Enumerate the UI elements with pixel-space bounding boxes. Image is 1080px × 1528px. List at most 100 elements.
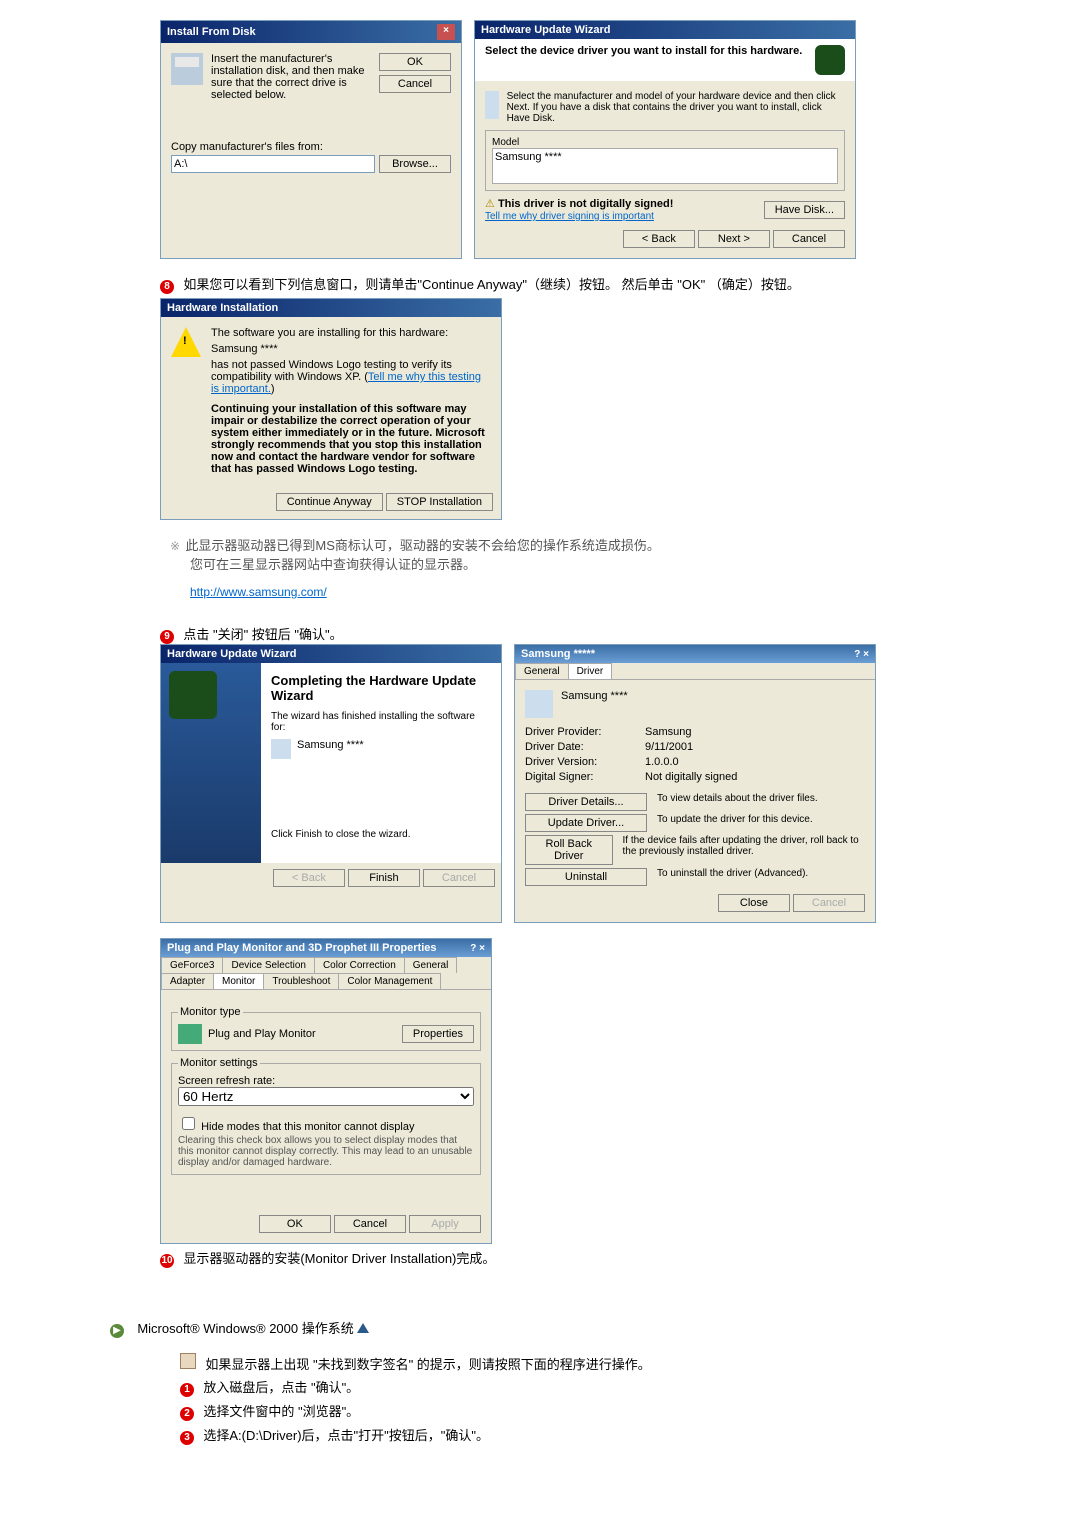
- provider-value: Samsung: [645, 726, 691, 738]
- model-label: Model: [492, 137, 838, 148]
- cancel-button: Cancel: [423, 869, 495, 887]
- tab-device-selection[interactable]: Device Selection: [222, 957, 314, 973]
- monitor-type-label: Monitor type: [178, 1006, 243, 1018]
- tab-general[interactable]: General: [515, 663, 569, 679]
- model-list[interactable]: Samsung ****: [492, 148, 838, 184]
- browse-button[interactable]: Browse...: [379, 155, 451, 173]
- note-samsung: 您可在三星显示器网站中查询获得认证的显示器。: [190, 557, 476, 572]
- update-driver-button[interactable]: Update Driver...: [525, 814, 647, 832]
- samsung-url[interactable]: http://www.samsung.com/: [190, 585, 327, 599]
- section-bullet: ▶: [110, 1324, 124, 1338]
- refresh-label: Screen refresh rate:: [178, 1075, 474, 1087]
- win2000-intro: 如果显示器上出现 "未找到数字签名" 的提示，则请按照下面的程序进行操作。: [205, 1357, 650, 1372]
- tab-monitor[interactable]: Monitor: [213, 973, 264, 989]
- driver-details-button[interactable]: Driver Details...: [525, 793, 647, 811]
- step-3-number: 3: [180, 1431, 194, 1445]
- tab-general[interactable]: General: [404, 957, 458, 973]
- step-10-text: 显示器驱动器的安装(Monitor Driver Installation)完成…: [183, 1251, 495, 1266]
- tab-color-management[interactable]: Color Management: [338, 973, 441, 989]
- have-disk-button[interactable]: Have Disk...: [764, 201, 845, 219]
- titlebar: Hardware Update Wizard: [475, 21, 855, 39]
- tell-me-link[interactable]: Tell me why driver signing is important: [485, 211, 654, 222]
- window-buttons[interactable]: ? ×: [854, 649, 869, 660]
- step-9-number: 9: [160, 630, 174, 644]
- titlebar: Install From Disk ×: [161, 21, 461, 43]
- device-icon: [271, 739, 291, 759]
- title: Hardware Installation: [167, 302, 278, 314]
- up-arrow-icon: [357, 1323, 369, 1333]
- win2000-s1: 放入磁盘后，点击 "确认"。: [203, 1380, 359, 1395]
- sub-text: Select the manufacturer and model of you…: [507, 91, 845, 124]
- heading: Select the device driver you want to ins…: [485, 45, 802, 75]
- properties-button[interactable]: Properties: [402, 1025, 474, 1043]
- cancel-button[interactable]: Cancel: [334, 1215, 406, 1233]
- completing-wizard-dialog: Hardware Update Wizard Completing the Ha…: [160, 644, 502, 923]
- completing-footer: Click Finish to close the wizard.: [271, 829, 491, 840]
- monitor-icon: [178, 1024, 202, 1044]
- hide-modes-checkbox[interactable]: [182, 1117, 195, 1130]
- finish-button[interactable]: Finish: [348, 869, 420, 887]
- monitor-name: Plug and Play Monitor: [208, 1028, 316, 1040]
- rollback-desc: If the device fails after updating the d…: [623, 835, 866, 865]
- model-item: Samsung ****: [495, 151, 562, 163]
- win2000-heading: Microsoft® Windows® 2000 操作系统: [137, 1321, 353, 1336]
- note-ms: 此显示器驱动器已得到MS商标认可，驱动器的安装不会给您的操作系统造成损伤。: [185, 538, 660, 553]
- back-button: < Back: [273, 869, 345, 887]
- cancel-button[interactable]: Cancel: [379, 75, 451, 93]
- signer-value: Not digitally signed: [645, 771, 737, 783]
- disk-icon: [171, 53, 203, 85]
- step-8-text: 如果您可以看到下列信息窗口，则请单击"Continue Anyway"（继续）按…: [183, 277, 800, 292]
- hide-modes-desc: Clearing this check box allows you to se…: [178, 1135, 474, 1168]
- wizard-banner: [161, 663, 261, 863]
- version-value: 1.0.0.0: [645, 756, 679, 768]
- path-input[interactable]: [171, 155, 375, 173]
- install-from-disk-dialog: Install From Disk × Insert the manufactu…: [160, 20, 462, 259]
- titlebar: Plug and Play Monitor and 3D Prophet III…: [161, 939, 491, 957]
- driver-properties-dialog: Samsung ***** ? × General Driver Samsung…: [514, 644, 876, 923]
- tab-adapter[interactable]: Adapter: [161, 973, 214, 989]
- stop-installation-button[interactable]: STOP Installation: [386, 493, 493, 511]
- logo-test-text: has not passed Windows Logo testing to v…: [211, 359, 491, 395]
- wizard-icon: [169, 671, 217, 719]
- rollback-button[interactable]: Roll Back Driver: [525, 835, 613, 865]
- cancel-button: Cancel: [793, 894, 865, 912]
- tab-color-correction[interactable]: Color Correction: [314, 957, 405, 973]
- close-button[interactable]: Close: [718, 894, 790, 912]
- continue-anyway-button[interactable]: Continue Anyway: [276, 493, 383, 511]
- back-button[interactable]: < Back: [623, 230, 695, 248]
- tab-troubleshoot[interactable]: Troubleshoot: [263, 973, 339, 989]
- warning-icon: !: [171, 327, 201, 357]
- uninstall-desc: To uninstall the driver (Advanced).: [657, 868, 808, 886]
- signer-label: Digital Signer:: [525, 771, 645, 783]
- warn-sign-icon: ⚠: [485, 198, 495, 210]
- monitor-settings-label: Monitor settings: [178, 1057, 260, 1069]
- hardware-installation-dialog: Hardware Installation ! The software you…: [160, 298, 502, 520]
- title: Plug and Play Monitor and 3D Prophet III…: [167, 942, 437, 954]
- cancel-button[interactable]: Cancel: [773, 230, 845, 248]
- tab-driver[interactable]: Driver: [568, 663, 613, 679]
- title: Install From Disk: [167, 26, 256, 38]
- completing-sub: The wizard has finished installing the s…: [271, 711, 491, 733]
- step-8-number: 8: [160, 280, 174, 294]
- titlebar: Hardware Update Wizard: [161, 645, 501, 663]
- update-desc: To update the driver for this device.: [657, 814, 813, 832]
- device-icon: [485, 91, 499, 119]
- apply-button: Apply: [409, 1215, 481, 1233]
- box-icon: [180, 1353, 196, 1369]
- date-value: 9/11/2001: [645, 741, 693, 753]
- title: Hardware Update Wizard: [167, 648, 297, 660]
- uninstall-button[interactable]: Uninstall: [525, 868, 647, 886]
- win2000-s2: 选择文件窗中的 "浏览器"。: [203, 1404, 359, 1419]
- ok-button[interactable]: OK: [259, 1215, 331, 1233]
- step-9-text: 点击 "关闭" 按钮后 "确认"。: [183, 627, 342, 642]
- window-buttons[interactable]: ? ×: [470, 943, 485, 954]
- close-icon[interactable]: ×: [437, 24, 455, 40]
- titlebar: Hardware Installation: [161, 299, 501, 317]
- tab-geforce3[interactable]: GeForce3: [161, 957, 223, 973]
- refresh-rate-select[interactable]: 60 Hertz: [178, 1087, 474, 1106]
- instruction-text: Insert the manufacturer's installation d…: [211, 53, 371, 101]
- copy-from-label: Copy manufacturer's files from:: [171, 141, 451, 153]
- ok-button[interactable]: OK: [379, 53, 451, 71]
- next-button[interactable]: Next >: [698, 230, 770, 248]
- date-label: Driver Date:: [525, 741, 645, 753]
